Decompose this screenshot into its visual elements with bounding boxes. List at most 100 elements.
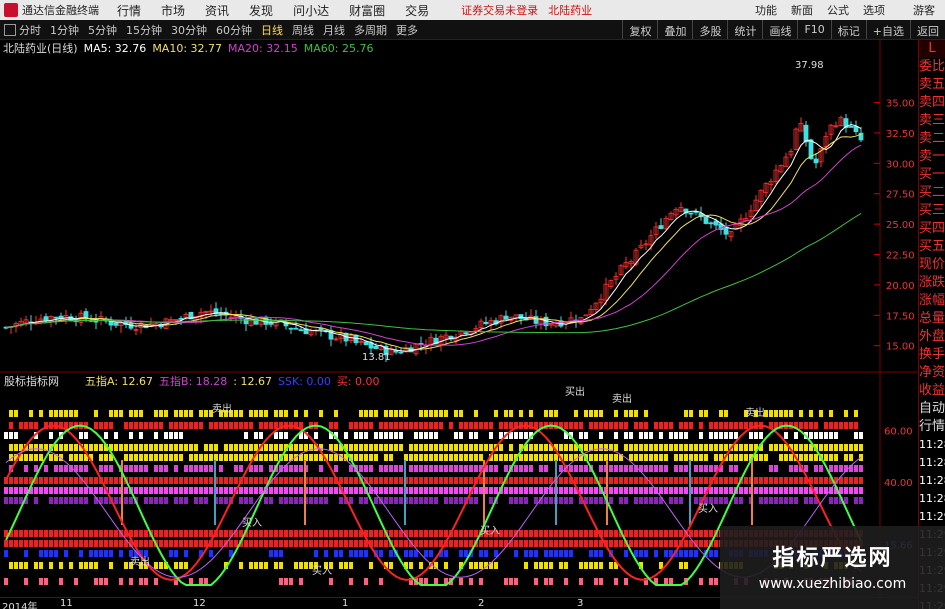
band-cell — [104, 465, 108, 472]
band-cell — [49, 497, 53, 504]
sidebar-item-8: 买三 — [919, 203, 945, 218]
band-cell — [419, 530, 423, 537]
band-cell — [509, 530, 513, 537]
band-cell — [389, 422, 393, 429]
sidebar-item-0: 委比 — [919, 59, 945, 74]
band-cell — [284, 540, 288, 547]
band-cell — [429, 530, 433, 537]
band-cell — [484, 540, 488, 547]
band-cell — [454, 410, 458, 417]
band-cell — [134, 454, 138, 461]
date-label-feb: 2 — [478, 598, 485, 609]
band-cell — [59, 487, 63, 494]
sidebar-item-7: 买二 — [919, 185, 945, 200]
band-cell — [424, 465, 428, 472]
band-cell — [464, 487, 468, 494]
band-cell — [89, 540, 93, 547]
band-cell — [184, 530, 188, 537]
band-cell — [784, 487, 788, 494]
band-cell — [124, 497, 128, 504]
band-cell — [434, 578, 438, 585]
band-cell — [109, 540, 113, 547]
band-cell — [164, 497, 168, 504]
band-cell — [24, 540, 28, 547]
band-cell — [639, 454, 643, 461]
band-cell — [364, 410, 368, 417]
band-cell — [114, 487, 118, 494]
sidebar-item-20[interactable]: 行情 — [919, 418, 945, 436]
band-cell — [259, 562, 263, 569]
band-cell — [559, 530, 563, 537]
band-cell — [429, 410, 433, 417]
band-cell — [359, 410, 363, 417]
band-cell — [44, 530, 48, 537]
band-cell — [604, 444, 608, 451]
band-cell — [174, 454, 178, 461]
band-cell — [229, 454, 233, 461]
band-cell — [109, 530, 113, 537]
band-cell — [794, 465, 798, 472]
band-cell — [834, 422, 838, 429]
band-cell — [324, 497, 328, 504]
band-cell — [179, 497, 183, 504]
signal-label: 买入 — [242, 517, 262, 529]
band-cell — [374, 487, 378, 494]
band-cell — [834, 497, 838, 504]
band-cell — [309, 477, 313, 484]
band-cell — [549, 530, 553, 537]
band-cell — [824, 454, 828, 461]
band-cell — [474, 497, 478, 504]
band-cell — [624, 578, 628, 585]
signal-label: 买入 — [698, 503, 718, 515]
band-cell — [204, 410, 208, 417]
band-cell — [19, 530, 23, 537]
band-cell — [594, 497, 598, 504]
band-cell — [464, 444, 468, 451]
sidebar-top-label[interactable]: L — [919, 40, 945, 58]
band-cell — [424, 550, 428, 557]
band-cell — [719, 422, 723, 429]
band-cell — [479, 454, 483, 461]
band-cell — [219, 454, 223, 461]
band-cell — [69, 497, 73, 504]
band-cell — [204, 497, 208, 504]
band-cell — [674, 465, 678, 472]
band-cell — [684, 454, 688, 461]
band-cell — [709, 550, 713, 557]
band-cell — [139, 410, 143, 417]
band-cell — [829, 454, 833, 461]
band-cell — [154, 432, 158, 439]
band-cell — [419, 477, 423, 484]
band-cell — [184, 465, 188, 472]
band-cell — [644, 487, 648, 494]
band-cell — [774, 477, 778, 484]
band-cell — [854, 497, 858, 504]
band-cell — [539, 465, 543, 472]
band-cell — [154, 454, 158, 461]
band-cell — [544, 550, 548, 557]
band-cell — [454, 454, 458, 461]
band-cell — [589, 487, 593, 494]
band-cell — [429, 444, 433, 451]
band-cell — [609, 530, 613, 537]
sidebar-item-19[interactable]: 自动 — [919, 400, 945, 418]
band-cell — [234, 454, 238, 461]
price-tick-label: 22.50 — [886, 251, 915, 262]
band-cell — [664, 454, 668, 461]
band-cell — [14, 410, 18, 417]
band-cell — [439, 487, 443, 494]
band-cell — [644, 465, 648, 472]
band-cell — [544, 477, 548, 484]
chart-canvas[interactable]: 35.0032.5030.0027.5025.0022.5020.0017.50… — [0, 0, 918, 609]
band-cell — [649, 540, 653, 547]
band-cell — [829, 410, 833, 417]
band-cell — [14, 487, 18, 494]
band-cell — [174, 530, 178, 537]
band-cell — [54, 540, 58, 547]
band-cell — [159, 487, 163, 494]
band-cell — [664, 487, 668, 494]
band-cell — [614, 432, 618, 439]
band-cell — [474, 487, 478, 494]
band-cell — [854, 444, 858, 451]
band-cell — [539, 562, 543, 569]
